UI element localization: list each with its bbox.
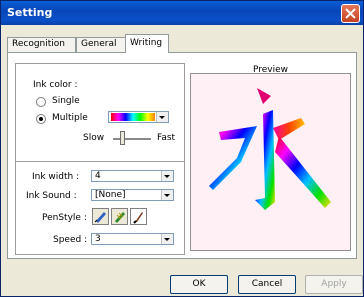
ink-sound-select[interactable]: [None] <box>91 189 174 201</box>
ok-button[interactable]: OK <box>170 275 228 294</box>
gradient-swatch <box>111 113 155 121</box>
tab-general[interactable]: General <box>76 37 126 52</box>
chevron-down-icon[interactable] <box>161 190 173 200</box>
multiple-radio[interactable] <box>36 114 46 124</box>
multiple-label: Multiple <box>52 113 88 123</box>
ink-width-label: Ink width : <box>32 172 80 182</box>
window-title: Setting <box>7 6 53 19</box>
speed-select[interactable]: 3 <box>91 233 174 245</box>
calligraphy-preview-icon <box>209 88 331 210</box>
speed-slider-track[interactable] <box>113 138 151 141</box>
chevron-down-icon[interactable] <box>161 171 173 181</box>
title-bar[interactable]: Setting <box>1 1 363 25</box>
speed-label: Speed : <box>53 235 88 245</box>
group-divider <box>15 161 185 162</box>
ink-sound-label: Ink Sound : <box>26 191 77 201</box>
color-gradient-select[interactable] <box>108 111 169 123</box>
ink-color-label: Ink color : <box>33 80 78 90</box>
close-icon <box>345 8 356 19</box>
fast-label: Fast <box>157 133 176 143</box>
ink-brush-icon <box>133 212 143 224</box>
apply-button[interactable]: Apply <box>305 275 363 294</box>
pen-style-2-button[interactable] <box>111 208 128 225</box>
ink-width-value: 4 <box>95 171 101 181</box>
tab-writing[interactable]: Writing <box>125 34 169 53</box>
pen-style-1-button[interactable] <box>92 208 109 225</box>
pen-icon <box>94 212 106 223</box>
tab-recognition[interactable]: Recognition <box>7 37 76 52</box>
single-radio[interactable] <box>36 97 46 107</box>
chevron-down-icon[interactable] <box>161 234 173 244</box>
slow-label: Slow <box>83 133 105 143</box>
speed-value: 3 <box>95 234 101 244</box>
close-button[interactable] <box>341 4 360 23</box>
settings-dialog: Setting Recognition General Writing Ink … <box>0 0 364 297</box>
speed-slider-thumb[interactable] <box>120 131 125 145</box>
cancel-button[interactable]: Cancel <box>238 275 296 294</box>
chevron-down-icon[interactable] <box>156 112 168 122</box>
penstyle-label: PenStyle : <box>42 213 87 223</box>
preview-canvas <box>190 73 351 251</box>
options-group <box>15 63 185 255</box>
single-label: Single <box>52 96 80 106</box>
ink-width-select[interactable]: 4 <box>91 170 174 182</box>
brush-icon <box>115 212 125 223</box>
ink-sound-value: [None] <box>95 190 126 200</box>
pen-style-3-button[interactable] <box>130 208 147 225</box>
